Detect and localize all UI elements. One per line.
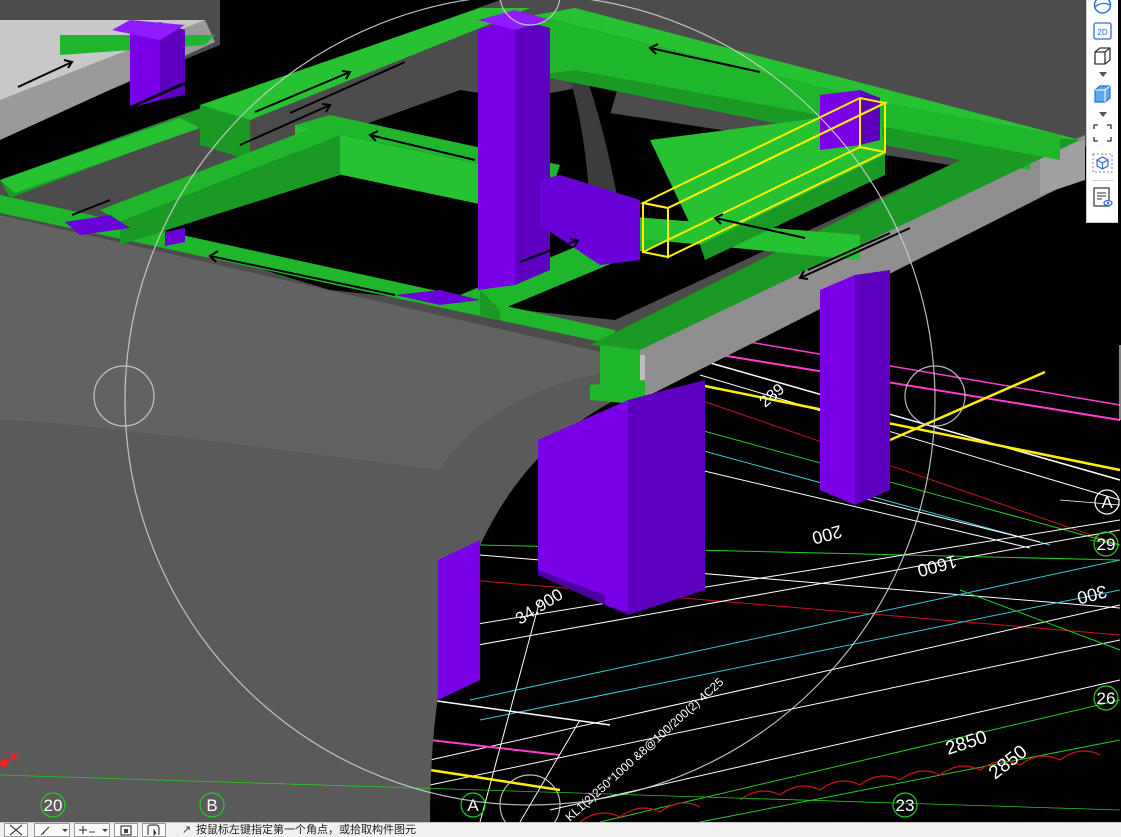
3d-view-icon[interactable] (1091, 45, 1114, 67)
pick-hint-icon: ↗ (182, 824, 192, 836)
svg-text:29: 29 (1097, 535, 1116, 554)
view-toolbar: 2D (1086, 0, 1118, 223)
axis-bubble-26: 26 (1093, 685, 1119, 711)
model-canvas[interactable]: 20 B A 23 26 29 A 2850 2850 1600 200 300… (0, 0, 1121, 822)
3d-view-dropdown-icon[interactable] (1099, 72, 1107, 77)
svg-text:B: B (206, 796, 217, 815)
axis-bubble-a-right: A (1094, 489, 1120, 515)
dynamic-observe-icon[interactable] (1091, 0, 1114, 16)
beam-annotation: KL1(2)250*1000 &8@100/200(2) 4C25 (563, 675, 727, 822)
svg-text:26: 26 (1097, 689, 1116, 708)
dimension-200: 200 (810, 521, 844, 548)
axis-bubble-29: 29 (1093, 531, 1119, 557)
axis-bubble-23: 23 (892, 792, 918, 818)
close-icon[interactable] (4, 823, 28, 837)
svg-text:23: 23 (896, 796, 915, 815)
svg-text:2D: 2D (1097, 28, 1107, 37)
dimension-300: 300 (1075, 581, 1109, 608)
status-hint: ↗ 按鼠标左键指定第一个角点，或拾取构件图元 (182, 823, 416, 837)
solid-view-dropdown-icon[interactable] (1099, 112, 1107, 117)
pointer-pick-icon[interactable] (142, 823, 166, 837)
svg-text:A: A (467, 796, 479, 815)
elevation-label: 34.900 (512, 585, 566, 629)
dimension-289: 289 (757, 381, 788, 411)
axis-bubble-20: 20 (40, 792, 66, 818)
status-bar: ↗ 按鼠标左键指定第一个角点，或拾取构件图元 (0, 822, 1121, 837)
status-hint-text: 按鼠标左键指定第一个角点，或拾取构件图元 (196, 824, 416, 836)
dimension-2850-a: 2850 (943, 727, 990, 760)
svg-text:A: A (1101, 493, 1113, 512)
svg-text:20: 20 (44, 796, 63, 815)
select-mode-dropdown[interactable] (34, 823, 70, 837)
dimension-2850-b: 2850 (985, 741, 1031, 784)
property-view-icon[interactable] (1091, 186, 1114, 208)
solid-view-icon[interactable] (1091, 83, 1114, 105)
component-display-icon[interactable] (1091, 152, 1114, 174)
snap-mode-dropdown[interactable] (74, 823, 110, 837)
select-region-icon[interactable] (1091, 122, 1114, 144)
lock-view-icon[interactable] (114, 823, 138, 837)
2d-view-icon[interactable]: 2D (1091, 20, 1114, 42)
3d-model-viewport[interactable]: 20 B A 23 26 29 A 2850 2850 1600 200 300… (0, 0, 1121, 822)
svg-text:X: X (9, 748, 18, 763)
axis-bubble-a-bottom: A (460, 792, 486, 818)
